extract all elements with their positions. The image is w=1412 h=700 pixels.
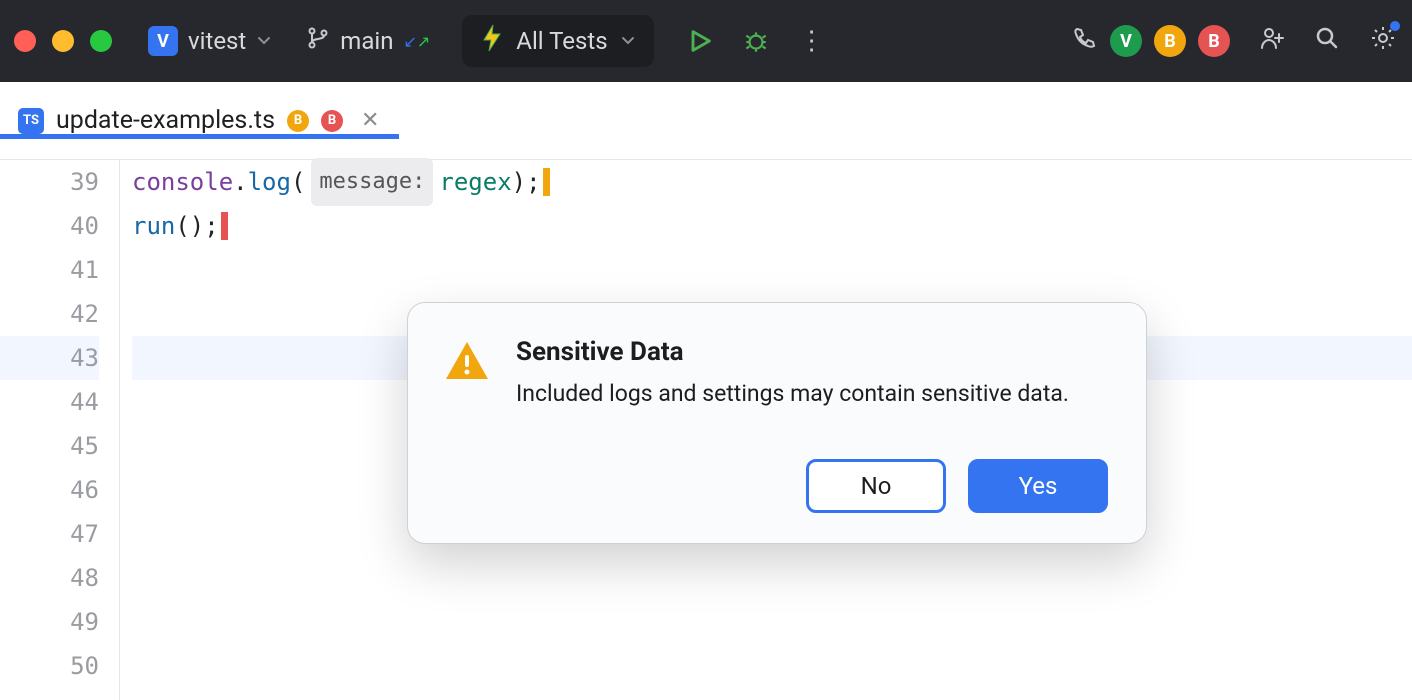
line-number: 47 bbox=[0, 512, 99, 556]
token: console bbox=[132, 160, 233, 204]
code-line[interactable] bbox=[132, 644, 1412, 688]
token: log bbox=[248, 160, 291, 204]
project-selector[interactable]: V vitest bbox=[148, 26, 272, 56]
code-line[interactable] bbox=[132, 556, 1412, 600]
line-number: 42 bbox=[0, 292, 99, 336]
line-number: 48 bbox=[0, 556, 99, 600]
typescript-file-icon: TS bbox=[18, 108, 44, 134]
line-number: 46 bbox=[0, 468, 99, 512]
close-tab-icon[interactable]: ✕ bbox=[361, 108, 379, 133]
code-line[interactable] bbox=[132, 600, 1412, 644]
file-tab-name: update-examples.ts bbox=[56, 106, 275, 135]
no-button[interactable]: No bbox=[806, 459, 946, 513]
warning-icon bbox=[442, 337, 492, 387]
phone-icon[interactable] bbox=[1072, 25, 1098, 57]
chevron-down-icon bbox=[620, 27, 636, 55]
code-line[interactable] bbox=[132, 248, 1412, 292]
settings-icon[interactable] bbox=[1368, 23, 1398, 59]
avatar[interactable]: B bbox=[1198, 25, 1230, 57]
chevron-down-icon bbox=[256, 27, 272, 55]
editor-tabs: TS update-examples.ts B B ✕ bbox=[0, 82, 1412, 160]
line-number: 50 bbox=[0, 644, 99, 688]
run-config-selector[interactable]: All Tests bbox=[462, 15, 653, 67]
debug-icon[interactable] bbox=[742, 27, 770, 55]
avatar[interactable]: B bbox=[1154, 25, 1186, 57]
file-tab[interactable]: TS update-examples.ts B B ✕ bbox=[18, 106, 389, 135]
token: ); bbox=[512, 160, 541, 204]
tab-badge: B bbox=[287, 110, 309, 132]
toolbar-right-icons bbox=[1258, 23, 1398, 59]
code-line[interactable]: run (); bbox=[132, 204, 1412, 248]
tab-badge: B bbox=[321, 110, 343, 132]
line-number: 44 bbox=[0, 380, 99, 424]
parameter-hint: message: bbox=[311, 158, 433, 206]
token: run bbox=[132, 204, 175, 248]
sensitive-data-dialog: Sensitive Data Included logs and setting… bbox=[407, 302, 1147, 544]
branch-name: main bbox=[340, 27, 393, 55]
run-icon[interactable] bbox=[686, 27, 714, 55]
line-number: 41 bbox=[0, 248, 99, 292]
line-number: 49 bbox=[0, 600, 99, 644]
run-debug-group: ⋮ bbox=[686, 27, 826, 55]
vcs-branch[interactable]: main ↙↗ bbox=[306, 26, 430, 56]
line-number: 39 bbox=[0, 160, 99, 204]
dialog-title: Sensitive Data bbox=[516, 337, 1069, 367]
window-controls bbox=[14, 30, 112, 52]
active-tab-indicator bbox=[0, 134, 399, 139]
branch-icon bbox=[306, 26, 330, 56]
minimize-window-icon[interactable] bbox=[52, 30, 74, 52]
inspection-marker-icon bbox=[543, 168, 550, 196]
dialog-message: Included logs and settings may contain s… bbox=[516, 377, 1069, 411]
collaborators: V B B bbox=[1110, 25, 1230, 57]
notification-dot-icon bbox=[1390, 21, 1400, 31]
lightning-icon bbox=[480, 23, 504, 59]
more-vertical-icon[interactable]: ⋮ bbox=[798, 27, 826, 55]
project-icon: V bbox=[148, 26, 178, 56]
gutter: 39 40 41 42 43 44 45 46 47 48 49 50 bbox=[0, 160, 120, 700]
search-icon[interactable] bbox=[1314, 25, 1340, 57]
token: . bbox=[233, 160, 247, 204]
project-name: vitest bbox=[188, 27, 246, 55]
inspection-marker-icon bbox=[221, 212, 228, 240]
token: (); bbox=[175, 204, 218, 248]
close-window-icon[interactable] bbox=[14, 30, 36, 52]
token: regex bbox=[439, 160, 511, 204]
line-number: 45 bbox=[0, 424, 99, 468]
token: ( bbox=[291, 160, 305, 204]
code-line[interactable]: console . log ( message: regex ); bbox=[132, 160, 1412, 204]
line-number: 43 bbox=[0, 336, 99, 380]
run-config-name: All Tests bbox=[516, 27, 607, 55]
add-user-icon[interactable] bbox=[1258, 24, 1286, 58]
line-number: 40 bbox=[0, 204, 99, 248]
title-bar: V vitest main ↙↗ All Tests bbox=[0, 0, 1412, 82]
yes-button[interactable]: Yes bbox=[968, 459, 1108, 513]
sync-arrows-icon: ↙↗ bbox=[403, 32, 430, 51]
avatar[interactable]: V bbox=[1110, 25, 1142, 57]
maximize-window-icon[interactable] bbox=[90, 30, 112, 52]
